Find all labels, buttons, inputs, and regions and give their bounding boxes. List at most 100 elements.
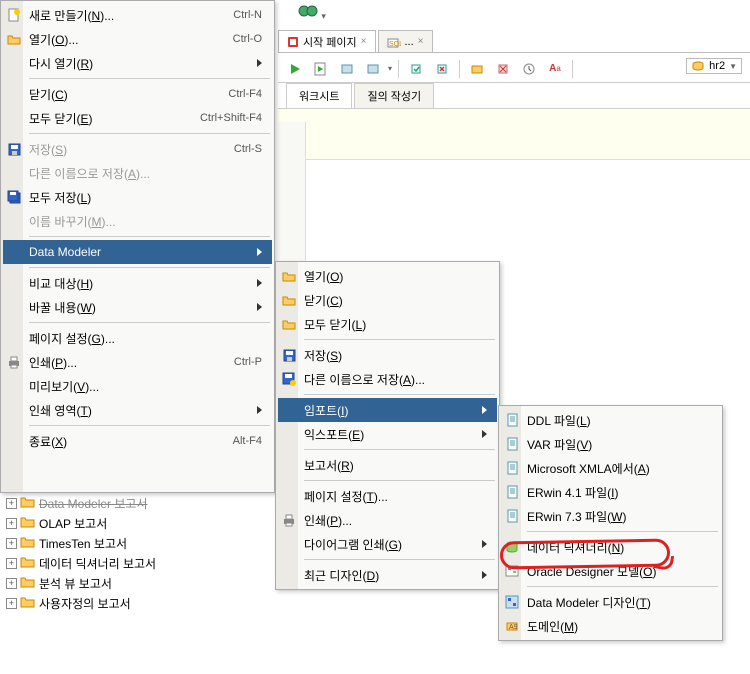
- run-button[interactable]: [284, 58, 306, 80]
- menu-separator: [527, 586, 718, 587]
- file-menu-item-4[interactable]: 닫기(C)Ctrl-F4: [3, 82, 272, 106]
- tree-item-3[interactable]: +데이터 딕셔너리 보고서: [4, 553, 274, 573]
- file-menu-item-22[interactable]: 종료(X)Alt-F4: [3, 429, 272, 453]
- explain-button[interactable]: [362, 58, 384, 80]
- dm-menu-item-8[interactable]: 익스포트(E): [278, 422, 497, 446]
- history-button[interactable]: [518, 58, 540, 80]
- menu-separator: [304, 480, 495, 481]
- import-menu-item-1[interactable]: VAR 파일(V): [501, 432, 720, 456]
- dm-menu-item-7[interactable]: 임포트(I): [278, 398, 497, 422]
- import-menu-item-2[interactable]: Microsoft XMLA에서(A): [501, 456, 720, 480]
- file-menu-item-5[interactable]: 모두 닫기(E)Ctrl+Shift-F4: [3, 106, 272, 130]
- file-menu-item-9[interactable]: 모두 저장(L): [3, 185, 272, 209]
- dm-menu-item-4[interactable]: 저장(S): [278, 343, 497, 367]
- dm-menu-item-13[interactable]: 인쇄(P)...: [278, 508, 497, 532]
- doc-icon: [504, 412, 520, 428]
- folder-icon: [20, 495, 36, 511]
- file-menu-item-12[interactable]: Data Modeler: [3, 240, 272, 264]
- file-menu-item-8: 다른 이름으로 저장(A)...: [3, 161, 272, 185]
- import-menu-item-10[interactable]: A9도메인(M): [501, 614, 720, 638]
- subtab-query-builder[interactable]: 질의 작성기: [354, 83, 434, 108]
- import-menu-item-6[interactable]: 데이터 딕셔너리(N): [501, 535, 720, 559]
- file-menu-item-15[interactable]: 바꿀 내용(W): [3, 295, 272, 319]
- binoculars-icon[interactable]: ▾: [298, 3, 326, 22]
- import-menu-item-4[interactable]: ERwin 7.3 파일(W): [501, 504, 720, 528]
- tree-item-4[interactable]: +분석 뷰 보고서: [4, 573, 274, 593]
- dm-menu-item-1[interactable]: 닫기(C): [278, 288, 497, 312]
- autotrace-button[interactable]: [336, 58, 358, 80]
- tree-expand-icon[interactable]: +: [6, 518, 17, 529]
- tree-item-1[interactable]: +OLAP 보고서: [4, 513, 274, 533]
- dm-menu-item-10[interactable]: 보고서(R): [278, 453, 497, 477]
- file-menu-item-18[interactable]: 인쇄(P)...Ctrl-P: [3, 350, 272, 374]
- file-menu-item-14[interactable]: 비교 대상(H): [3, 271, 272, 295]
- menu-item-label: 보고서(R): [304, 457, 487, 474]
- menu-item-label: Microsoft XMLA에서(A): [527, 460, 710, 477]
- tree-item-5[interactable]: +사용자정의 보고서: [4, 593, 274, 613]
- dom-icon: A9: [504, 618, 520, 634]
- dm-menu-item-5[interactable]: 다른 이름으로 저장(A)...: [278, 367, 497, 391]
- sql-editor[interactable]: [278, 110, 750, 160]
- menu-item-label: 모두 저장(L): [29, 189, 262, 206]
- dm-menu-item-0[interactable]: 열기(O): [278, 264, 497, 288]
- file-menu-item-2[interactable]: 다시 열기(R): [3, 51, 272, 75]
- import-menu-item-0[interactable]: DDL 파일(L): [501, 408, 720, 432]
- tree-expand-icon[interactable]: +: [6, 598, 17, 609]
- tree-item-0[interactable]: +Data Modeler 보고서: [4, 493, 274, 513]
- submenu-arrow-icon: [257, 406, 262, 414]
- submenu-arrow-icon: [257, 248, 262, 256]
- open-icon: [6, 31, 22, 47]
- dm-menu-item-2[interactable]: 모두 닫기(L): [278, 312, 497, 336]
- tree-expand-icon[interactable]: +: [6, 558, 17, 569]
- file-menu-item-0[interactable]: 새로 만들기(N)...Ctrl-N: [3, 3, 272, 27]
- close-icon[interactable]: ×: [361, 36, 367, 47]
- menu-item-label: 닫기(C): [29, 86, 198, 103]
- menu-item-label: 모두 닫기(L): [304, 316, 487, 333]
- tree-expand-icon[interactable]: +: [6, 578, 17, 589]
- doc-icon: [504, 436, 520, 452]
- svg-text:SQL: SQL: [389, 41, 401, 48]
- file-menu-item-20[interactable]: 인쇄 영역(T): [3, 398, 272, 422]
- tree-expand-icon[interactable]: +: [6, 538, 17, 549]
- import-menu-item-7[interactable]: Oracle Designer 모델(O): [501, 559, 720, 583]
- folder-icon: [20, 535, 36, 551]
- dm-menu-item-14[interactable]: 다이어그램 인쇄(G): [278, 532, 497, 556]
- dm-menu-item-12[interactable]: 페이지 설정(T)...: [278, 484, 497, 508]
- menu-shortcut: Ctrl-N: [233, 9, 262, 21]
- menu-item-label: 다시 열기(R): [29, 55, 237, 72]
- file-menu-item-17[interactable]: 페이지 설정(G)...: [3, 326, 272, 350]
- import-menu-item-3[interactable]: ERwin 4.1 파일(I): [501, 480, 720, 504]
- clear-button[interactable]: [492, 58, 514, 80]
- tab-sql[interactable]: SQL ... ×: [378, 30, 433, 52]
- subtab-worksheet[interactable]: 워크시트: [286, 83, 352, 108]
- connection-dropdown[interactable]: hr2 ▼: [686, 58, 742, 74]
- import-menu-item-9[interactable]: Data Modeler 디자인(T): [501, 590, 720, 614]
- menu-item-label: 다이어그램 인쇄(G): [304, 536, 462, 553]
- unshared-button[interactable]: [466, 58, 488, 80]
- folder-icon: [20, 515, 36, 531]
- submenu-arrow-icon: [257, 59, 262, 67]
- rollback-button[interactable]: [431, 58, 453, 80]
- tree-expand-icon[interactable]: +: [6, 498, 17, 509]
- commit-button[interactable]: [405, 58, 427, 80]
- tree-item-2[interactable]: +TimesTen 보고서: [4, 533, 274, 553]
- document-tabbar: 시작 페이지 × SQL ... ×: [278, 30, 750, 53]
- folder-icon: [20, 555, 36, 571]
- menu-separator: [29, 267, 270, 268]
- menu-item-label: VAR 파일(V): [527, 436, 710, 453]
- tab-start-page[interactable]: 시작 페이지 ×: [278, 30, 376, 52]
- menu-shortcut: Ctrl-P: [234, 356, 262, 368]
- submenu-arrow-icon: [482, 430, 487, 438]
- menu-item-label: 다른 이름으로 저장(A)...: [304, 371, 487, 388]
- worksheet-subtabs: 워크시트 질의 작성기: [278, 85, 750, 109]
- file-menu-item-19[interactable]: 미리보기(V)...: [3, 374, 272, 398]
- close-icon[interactable]: ×: [418, 36, 424, 47]
- case-button[interactable]: Aa: [544, 58, 566, 80]
- menu-item-label: 저장(S): [29, 141, 204, 158]
- menu-item-label: Data Modeler 디자인(T): [527, 594, 710, 611]
- folder-icon: [20, 575, 36, 591]
- dm-menu-item-16[interactable]: 최근 디자인(D): [278, 563, 497, 587]
- run-script-button[interactable]: [310, 58, 332, 80]
- menu-item-label: 모두 닫기(E): [29, 110, 170, 127]
- file-menu-item-1[interactable]: 열기(O)...Ctrl-O: [3, 27, 272, 51]
